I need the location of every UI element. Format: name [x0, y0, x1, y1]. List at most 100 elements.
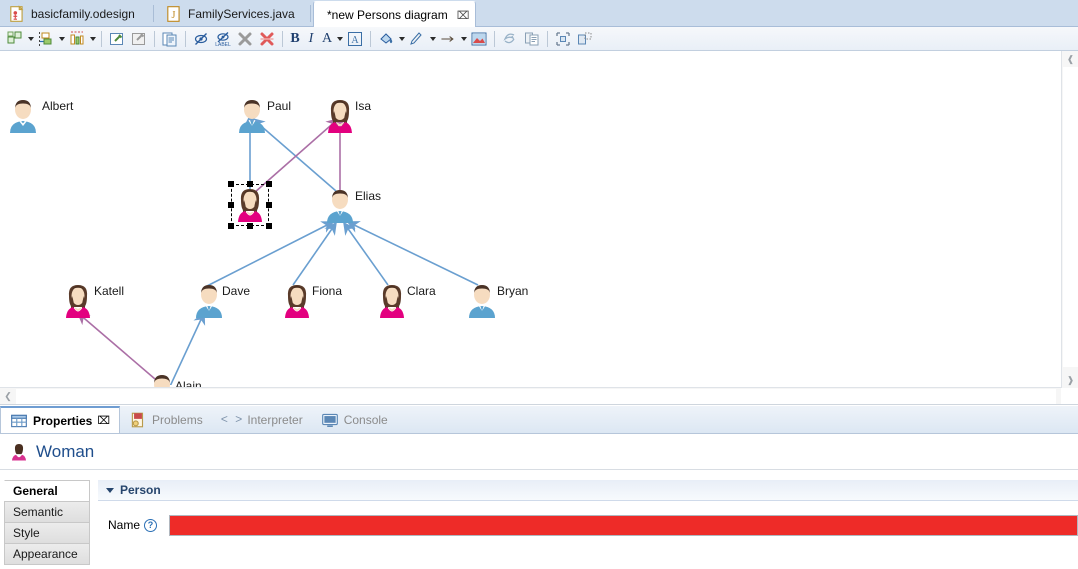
- snapback-icon[interactable]: [574, 28, 596, 50]
- font-color-icon[interactable]: A: [319, 28, 335, 50]
- diagram-node-isa[interactable]: Isa: [325, 99, 371, 136]
- line-style-icon[interactable]: [437, 28, 459, 50]
- chevron-down-icon[interactable]: [106, 487, 114, 493]
- woman-icon: [328, 100, 352, 133]
- diagram-content: Albert Paul Isa Elias Katell Dave Fiona …: [0, 51, 1060, 404]
- arrange-all-dropdown[interactable]: [26, 28, 35, 50]
- node-label: Albert: [42, 99, 74, 113]
- paste-format-icon[interactable]: [159, 28, 181, 50]
- editor-tab-persons-diagram[interactable]: *new Persons diagram ⌧: [313, 1, 476, 28]
- diagram-node-selected-woman[interactable]: [228, 181, 272, 229]
- font-dialog-icon[interactable]: A: [344, 28, 366, 50]
- toolbar-separator: [494, 30, 495, 47]
- section-label: Person: [120, 483, 161, 497]
- distribute-dropdown[interactable]: [88, 28, 97, 50]
- man-icon: [327, 190, 353, 223]
- diagram-canvas[interactable]: Albert Paul Isa Elias Katell Dave Fiona …: [0, 51, 1078, 405]
- delete-model-icon[interactable]: [256, 28, 278, 50]
- image-icon[interactable]: [468, 28, 490, 50]
- view-tab-properties[interactable]: Properties ⌧: [0, 406, 121, 433]
- diagram-edges: [76, 114, 479, 385]
- line-style-dropdown[interactable]: [459, 28, 468, 50]
- view-tab-console[interactable]: Console: [312, 406, 397, 433]
- close-icon[interactable]: ⌧: [457, 9, 470, 22]
- scroll-up-icon[interactable]: ❰: [1062, 51, 1078, 67]
- diagram-node-paul[interactable]: Paul: [237, 99, 291, 136]
- selection-handle-s[interactable]: [247, 223, 253, 229]
- diagram-node-bryan[interactable]: Bryan: [467, 284, 528, 321]
- selection-handle-nw[interactable]: [228, 181, 234, 187]
- node-label: Fiona: [312, 284, 343, 298]
- properties-tab-general[interactable]: General: [4, 480, 90, 502]
- properties-tab-semantic[interactable]: Semantic: [4, 501, 90, 523]
- editor-tab-familyservices[interactable]: J FamilyServices.java: [157, 1, 307, 27]
- bold-icon[interactable]: B: [287, 28, 303, 50]
- properties-header: Woman: [0, 434, 1078, 470]
- view-tab-label: Problems: [152, 412, 203, 427]
- autosize-icon[interactable]: [552, 28, 574, 50]
- line-color-icon[interactable]: [406, 28, 428, 50]
- align-icon[interactable]: [35, 28, 57, 50]
- properties-tab-style[interactable]: Style: [4, 522, 90, 544]
- selection-handle-ne[interactable]: [266, 181, 272, 187]
- distribute-icon[interactable]: [66, 28, 88, 50]
- diagram-node-katell[interactable]: Katell: [63, 284, 124, 321]
- editor-tab-basicfamily[interactable]: basicfamily.odesign: [0, 1, 150, 27]
- arrange-all-icon[interactable]: [4, 28, 26, 50]
- properties-general-panel: Person Name ?: [98, 480, 1078, 569]
- page-title: Woman: [36, 441, 95, 461]
- selection-handle-n[interactable]: [247, 181, 253, 187]
- name-input[interactable]: [169, 514, 1078, 536]
- canvas-horizontal-scrollbar[interactable]: ❮: [0, 387, 1061, 404]
- selection-handle-sw[interactable]: [228, 223, 234, 229]
- fill-color-dropdown[interactable]: [397, 28, 406, 50]
- copy-appearance-icon[interactable]: [521, 28, 543, 50]
- node-label: Bryan: [497, 284, 529, 298]
- align-dropdown[interactable]: [57, 28, 66, 50]
- vertical-scroll-thumb[interactable]: [1063, 67, 1078, 367]
- unpin-element-icon[interactable]: [128, 28, 150, 50]
- properties-body: General Semantic Style Appearance Person…: [0, 470, 1078, 569]
- view-tab-interpreter[interactable]: < > Interpreter: [212, 406, 312, 433]
- node-label: Katell: [94, 284, 125, 298]
- view-tab-problems[interactable]: Problems: [120, 406, 212, 433]
- problems-icon: [131, 412, 144, 427]
- italic-icon[interactable]: I: [303, 28, 319, 50]
- woman-icon: [285, 285, 309, 318]
- help-icon[interactable]: ?: [144, 518, 157, 532]
- pin-element-icon[interactable]: [106, 28, 128, 50]
- selection-handle-w[interactable]: [228, 202, 234, 208]
- diagram-node-fiona[interactable]: Fiona: [282, 284, 342, 321]
- horizontal-scroll-thumb[interactable]: [16, 389, 1056, 404]
- scroll-left-icon[interactable]: ❮: [0, 388, 16, 404]
- person-section-header[interactable]: Person: [98, 480, 1078, 501]
- name-label: Name: [108, 518, 141, 532]
- view-tab-label: Console: [343, 412, 388, 427]
- tab-separator: [153, 5, 154, 22]
- properties-tab-appearance[interactable]: Appearance: [4, 543, 90, 565]
- reset-style-icon[interactable]: [499, 28, 521, 50]
- delete-element-icon[interactable]: [234, 28, 256, 50]
- interpreter-icon: < >: [220, 412, 243, 427]
- canvas-vertical-scrollbar[interactable]: ❰ ❱: [1061, 51, 1078, 388]
- view-tab-label: Interpreter: [247, 412, 303, 427]
- font-color-dropdown[interactable]: [335, 28, 344, 50]
- diagram-node-dave[interactable]: Dave: [194, 284, 250, 321]
- woman-icon: [66, 285, 90, 318]
- hide-label-icon[interactable]: LABEL: [212, 28, 234, 50]
- node-label: Clara: [407, 284, 436, 298]
- woman-icon: [12, 443, 26, 460]
- svg-text:A: A: [351, 35, 359, 46]
- selection-handle-e[interactable]: [266, 202, 272, 208]
- woman-icon: [380, 285, 404, 318]
- fill-color-icon[interactable]: [375, 28, 397, 50]
- scroll-down-icon[interactable]: ❱: [1062, 372, 1078, 388]
- selection-handle-se[interactable]: [266, 223, 272, 229]
- man-icon: [196, 285, 222, 318]
- diagram-node-albert[interactable]: Albert: [8, 99, 73, 136]
- close-icon[interactable]: ⌧: [97, 414, 110, 427]
- diagram-node-clara[interactable]: Clara: [377, 284, 436, 321]
- line-color-dropdown[interactable]: [428, 28, 437, 50]
- diagram-node-elias[interactable]: Elias: [325, 189, 381, 226]
- hide-element-icon[interactable]: [190, 28, 212, 50]
